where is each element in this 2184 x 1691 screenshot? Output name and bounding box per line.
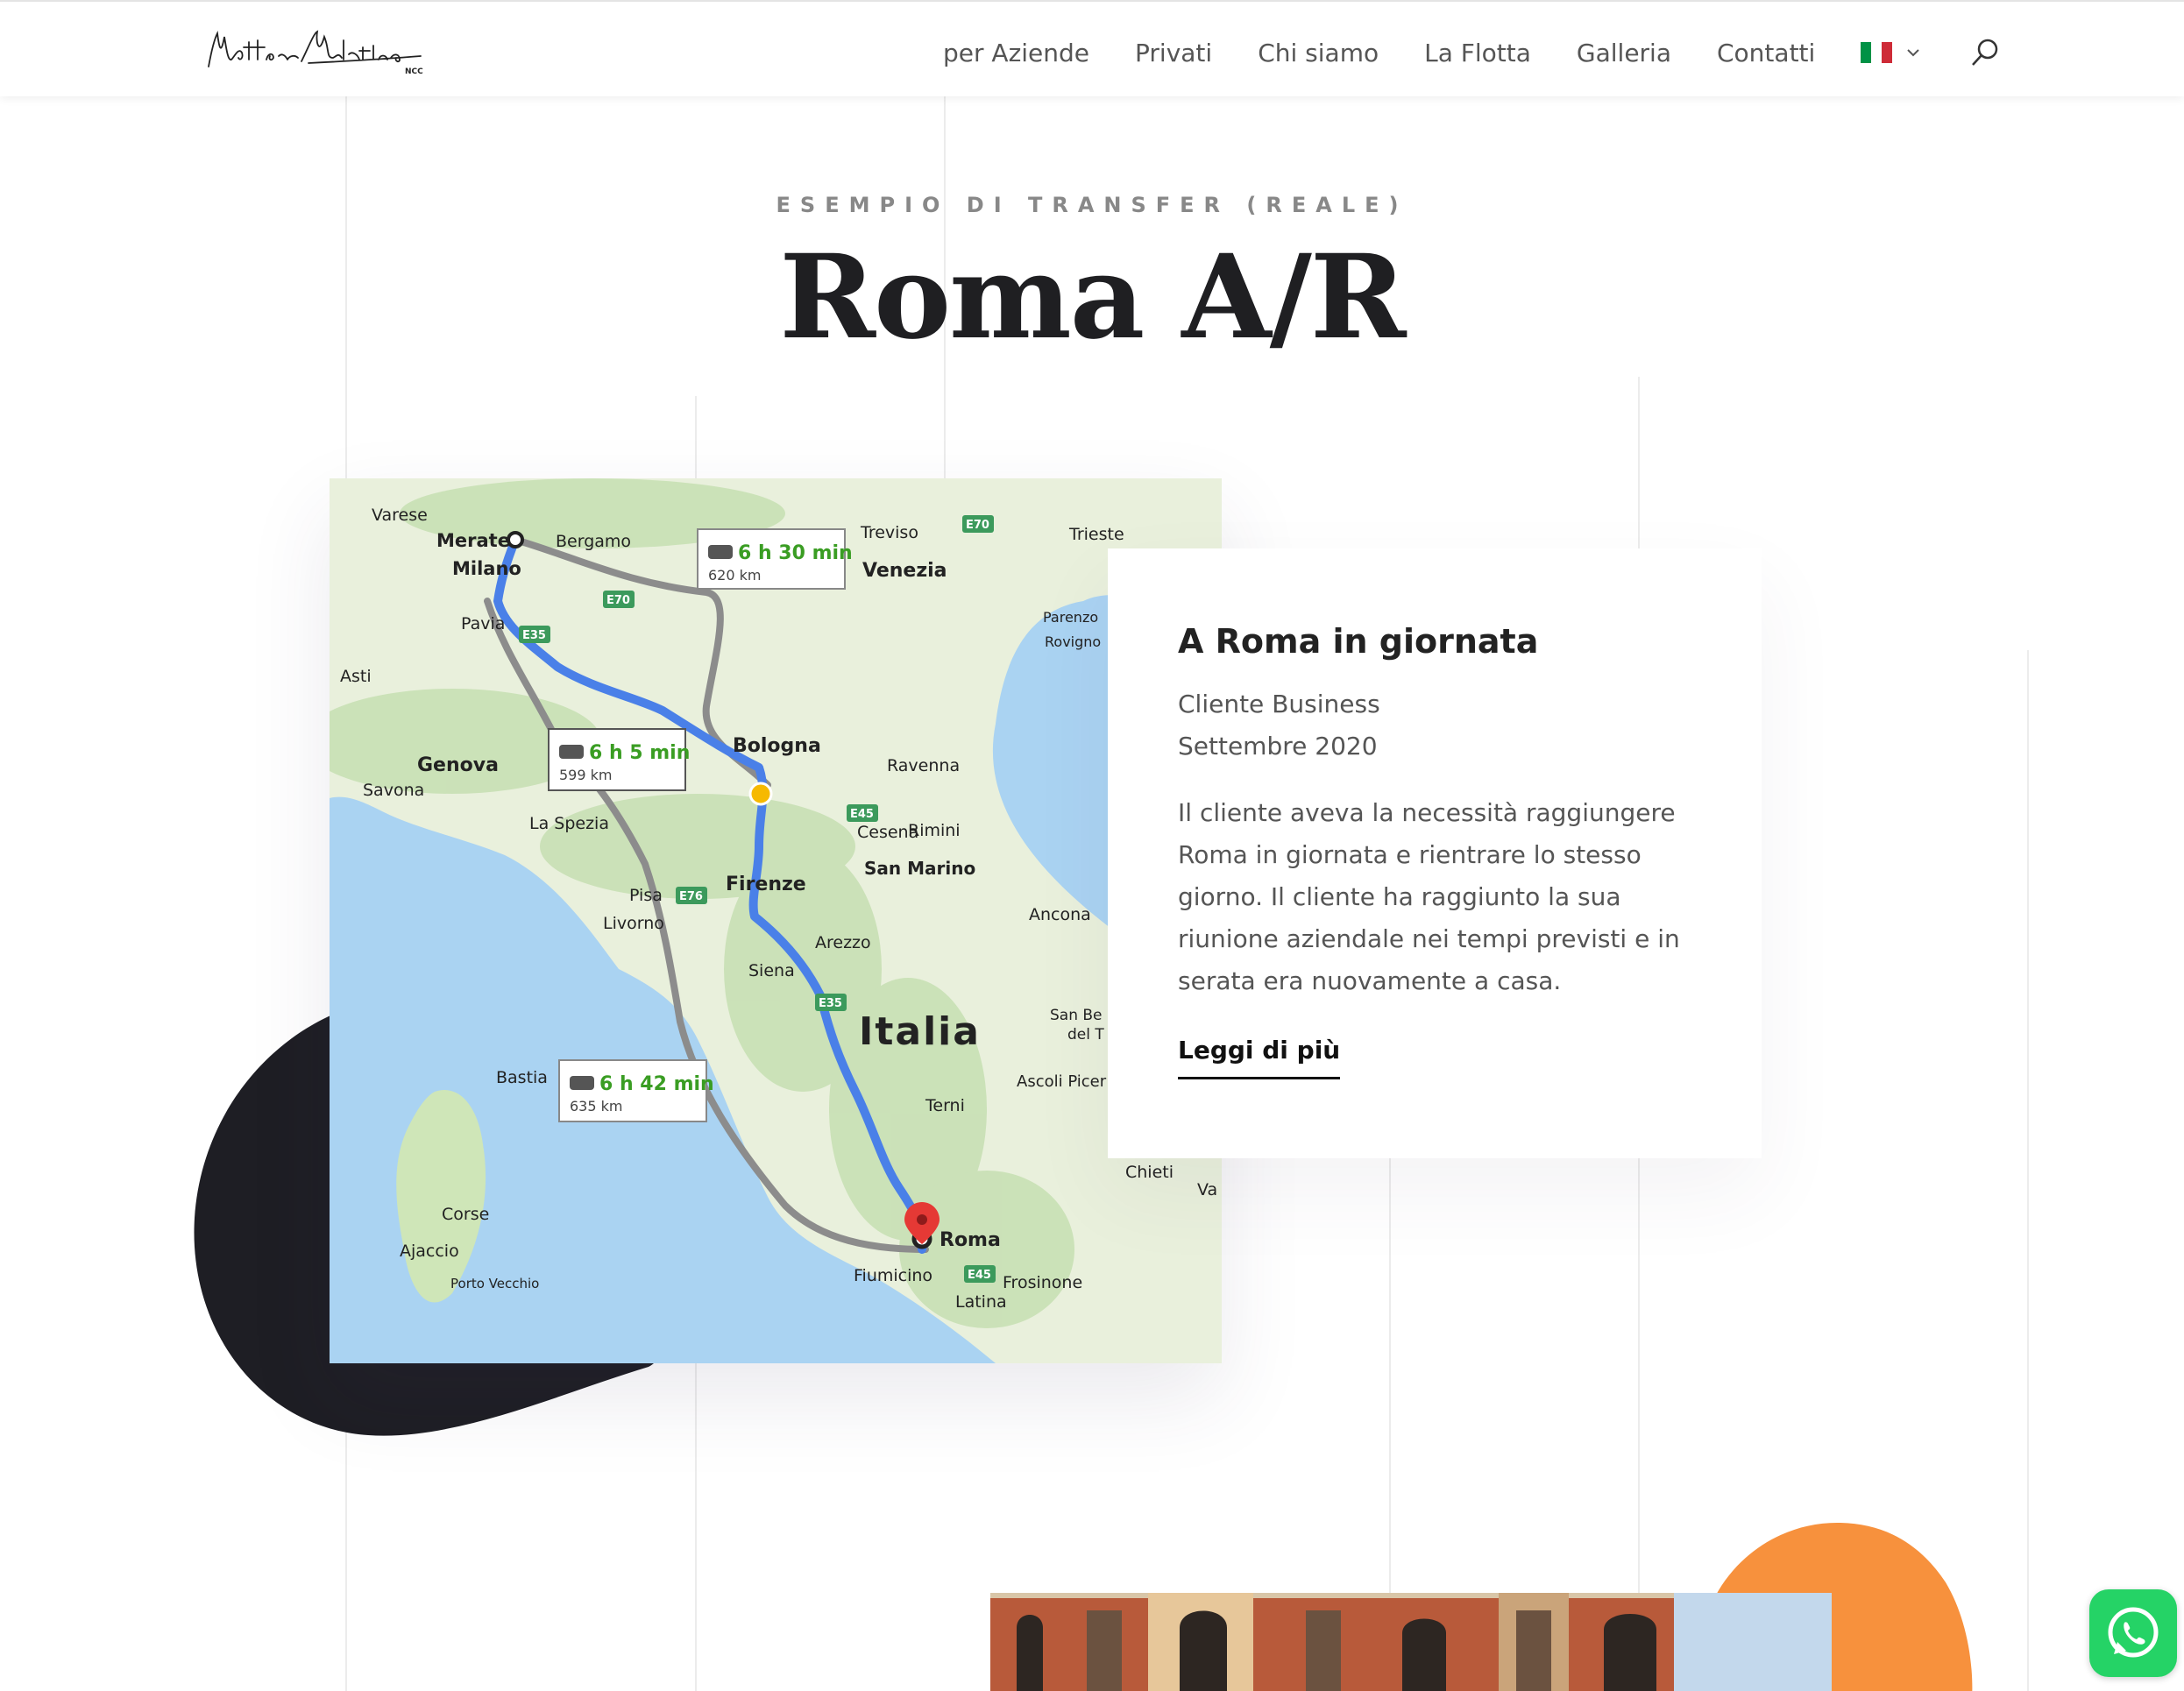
svg-text:6 h 42 min: 6 h 42 min	[599, 1073, 714, 1095]
svg-text:E35: E35	[522, 629, 546, 642]
nav-item-contatti[interactable]: Contatti	[1717, 39, 1815, 67]
svg-text:La Spezia: La Spezia	[529, 814, 609, 833]
svg-text:Milano: Milano	[452, 558, 521, 579]
site-header: NCC Matteo Valentino per Aziende Privati…	[0, 0, 2184, 96]
svg-text:NCC: NCC	[405, 67, 423, 76]
svg-text:Bergamo: Bergamo	[556, 532, 631, 551]
route-callout-3: 6 h 42 min 635 km	[558, 1059, 714, 1122]
svg-text:Varese: Varese	[372, 506, 428, 525]
svg-text:Corse: Corse	[442, 1205, 489, 1224]
svg-text:Chieti: Chieti	[1125, 1163, 1174, 1182]
card-description: Il cliente aveva la necessità raggiunger…	[1178, 798, 1680, 995]
svg-text:E70: E70	[606, 594, 630, 607]
chevron-down-icon	[1907, 49, 1920, 57]
svg-text:Porto Vecchio: Porto Vecchio	[450, 1276, 539, 1291]
svg-text:Italia: Italia	[859, 1009, 981, 1054]
svg-text:Fiumicino: Fiumicino	[854, 1266, 932, 1285]
site-logo[interactable]: NCC Matteo Valentino	[203, 21, 431, 79]
whatsapp-button[interactable]	[2089, 1589, 2177, 1677]
italian-flag-icon	[1861, 42, 1893, 63]
svg-text:E70: E70	[966, 519, 989, 532]
svg-text:Latina: Latina	[955, 1292, 1007, 1312]
svg-text:E35: E35	[819, 997, 842, 1010]
route-callout-1: 6 h 30 min 620 km	[697, 528, 853, 590]
nav-item-privati[interactable]: Privati	[1135, 39, 1212, 67]
svg-text:Livorno: Livorno	[603, 914, 664, 933]
svg-text:Arezzo: Arezzo	[815, 933, 871, 952]
svg-text:Frosinone: Frosinone	[1003, 1273, 1082, 1292]
svg-text:del T: del T	[1067, 1026, 1104, 1044]
svg-text:Roma: Roma	[940, 1229, 1001, 1251]
whatsapp-icon	[2108, 1607, 2159, 1658]
svg-text:Siena: Siena	[748, 961, 795, 980]
nav-item-per-aziende[interactable]: per Aziende	[943, 39, 1089, 67]
svg-text:E45: E45	[968, 1269, 991, 1282]
svg-text:Bologna: Bologna	[733, 735, 821, 757]
read-more-link[interactable]: Leggi di più	[1178, 1036, 1341, 1079]
language-switcher[interactable]	[1861, 42, 1922, 63]
svg-text:E76: E76	[679, 890, 703, 903]
svg-text:Pavia: Pavia	[461, 614, 505, 633]
svg-text:635 km: 635 km	[570, 1098, 622, 1114]
svg-text:6 h 30 min: 6 h 30 min	[738, 542, 853, 564]
route-start-marker	[507, 531, 524, 548]
route-map-image: E70 E35 E45 E76 E35 E45 E70 Varese Merat…	[330, 478, 1222, 1363]
svg-text:Treviso: Treviso	[860, 523, 918, 542]
svg-text:Asti: Asti	[340, 667, 372, 686]
route-callout-2: 6 h 5 min 599 km	[548, 728, 690, 791]
svg-text:Rimini: Rimini	[908, 821, 961, 840]
case-study-card: A Roma in giornata Cliente Business Sett…	[1108, 548, 1762, 1158]
svg-text:Genova: Genova	[417, 754, 499, 776]
logo-text: Matteo Valentino	[431, 21, 432, 22]
card-meta: Cliente Business Settembre 2020	[1178, 683, 1691, 768]
svg-text:Merate: Merate	[436, 530, 510, 551]
section-eyebrow: ESEMPIO DI TRANSFER (REALE)	[776, 193, 1408, 217]
svg-text:Pisa: Pisa	[629, 886, 663, 905]
svg-text:Bastia: Bastia	[496, 1068, 548, 1087]
svg-text:Ascoli Picer: Ascoli Picer	[1017, 1072, 1107, 1091]
page-title: Roma A/R	[779, 230, 1406, 365]
nav-item-galleria[interactable]: Galleria	[1577, 39, 1671, 67]
map-svg: E70 E35 E45 E76 E35 E45 E70 Varese Merat…	[330, 478, 1222, 1363]
svg-text:San Marino: San Marino	[864, 858, 975, 879]
svg-text:Ancona: Ancona	[1029, 905, 1091, 924]
nav-item-la-flotta[interactable]: La Flotta	[1424, 39, 1531, 67]
card-client: Cliente Business	[1178, 690, 1380, 718]
svg-text:Rovigno: Rovigno	[1045, 633, 1101, 650]
svg-text:Ravenna: Ravenna	[887, 756, 960, 775]
svg-text:Venezia: Venezia	[862, 560, 947, 582]
building-photo	[990, 1593, 1832, 1691]
svg-text:Trieste: Trieste	[1068, 525, 1124, 544]
svg-text:620 km: 620 km	[708, 567, 761, 584]
guide-line	[2027, 650, 2029, 1691]
svg-text:599 km: 599 km	[559, 767, 612, 783]
traffic-warning-icon	[748, 782, 773, 806]
svg-text:Ajaccio: Ajaccio	[400, 1242, 459, 1261]
svg-text:E45: E45	[850, 808, 874, 821]
svg-text:Savona: Savona	[363, 781, 424, 800]
logo-signature: NCC	[208, 30, 423, 76]
svg-text:San Be: San Be	[1050, 1007, 1103, 1024]
svg-text:Firenze: Firenze	[726, 874, 806, 895]
main-nav: per Aziende Privati Chi siamo La Flotta …	[943, 35, 2003, 70]
svg-text:Parenzo: Parenzo	[1043, 609, 1098, 626]
svg-text:6 h 5 min: 6 h 5 min	[589, 742, 690, 764]
card-date: Settembre 2020	[1178, 732, 1378, 761]
card-title: A Roma in giornata	[1178, 622, 1539, 661]
nav-item-chi-siamo[interactable]: Chi siamo	[1258, 39, 1379, 67]
search-icon[interactable]	[1968, 35, 2003, 70]
svg-text:Terni: Terni	[925, 1096, 965, 1115]
svg-text:Va: Va	[1197, 1180, 1217, 1199]
